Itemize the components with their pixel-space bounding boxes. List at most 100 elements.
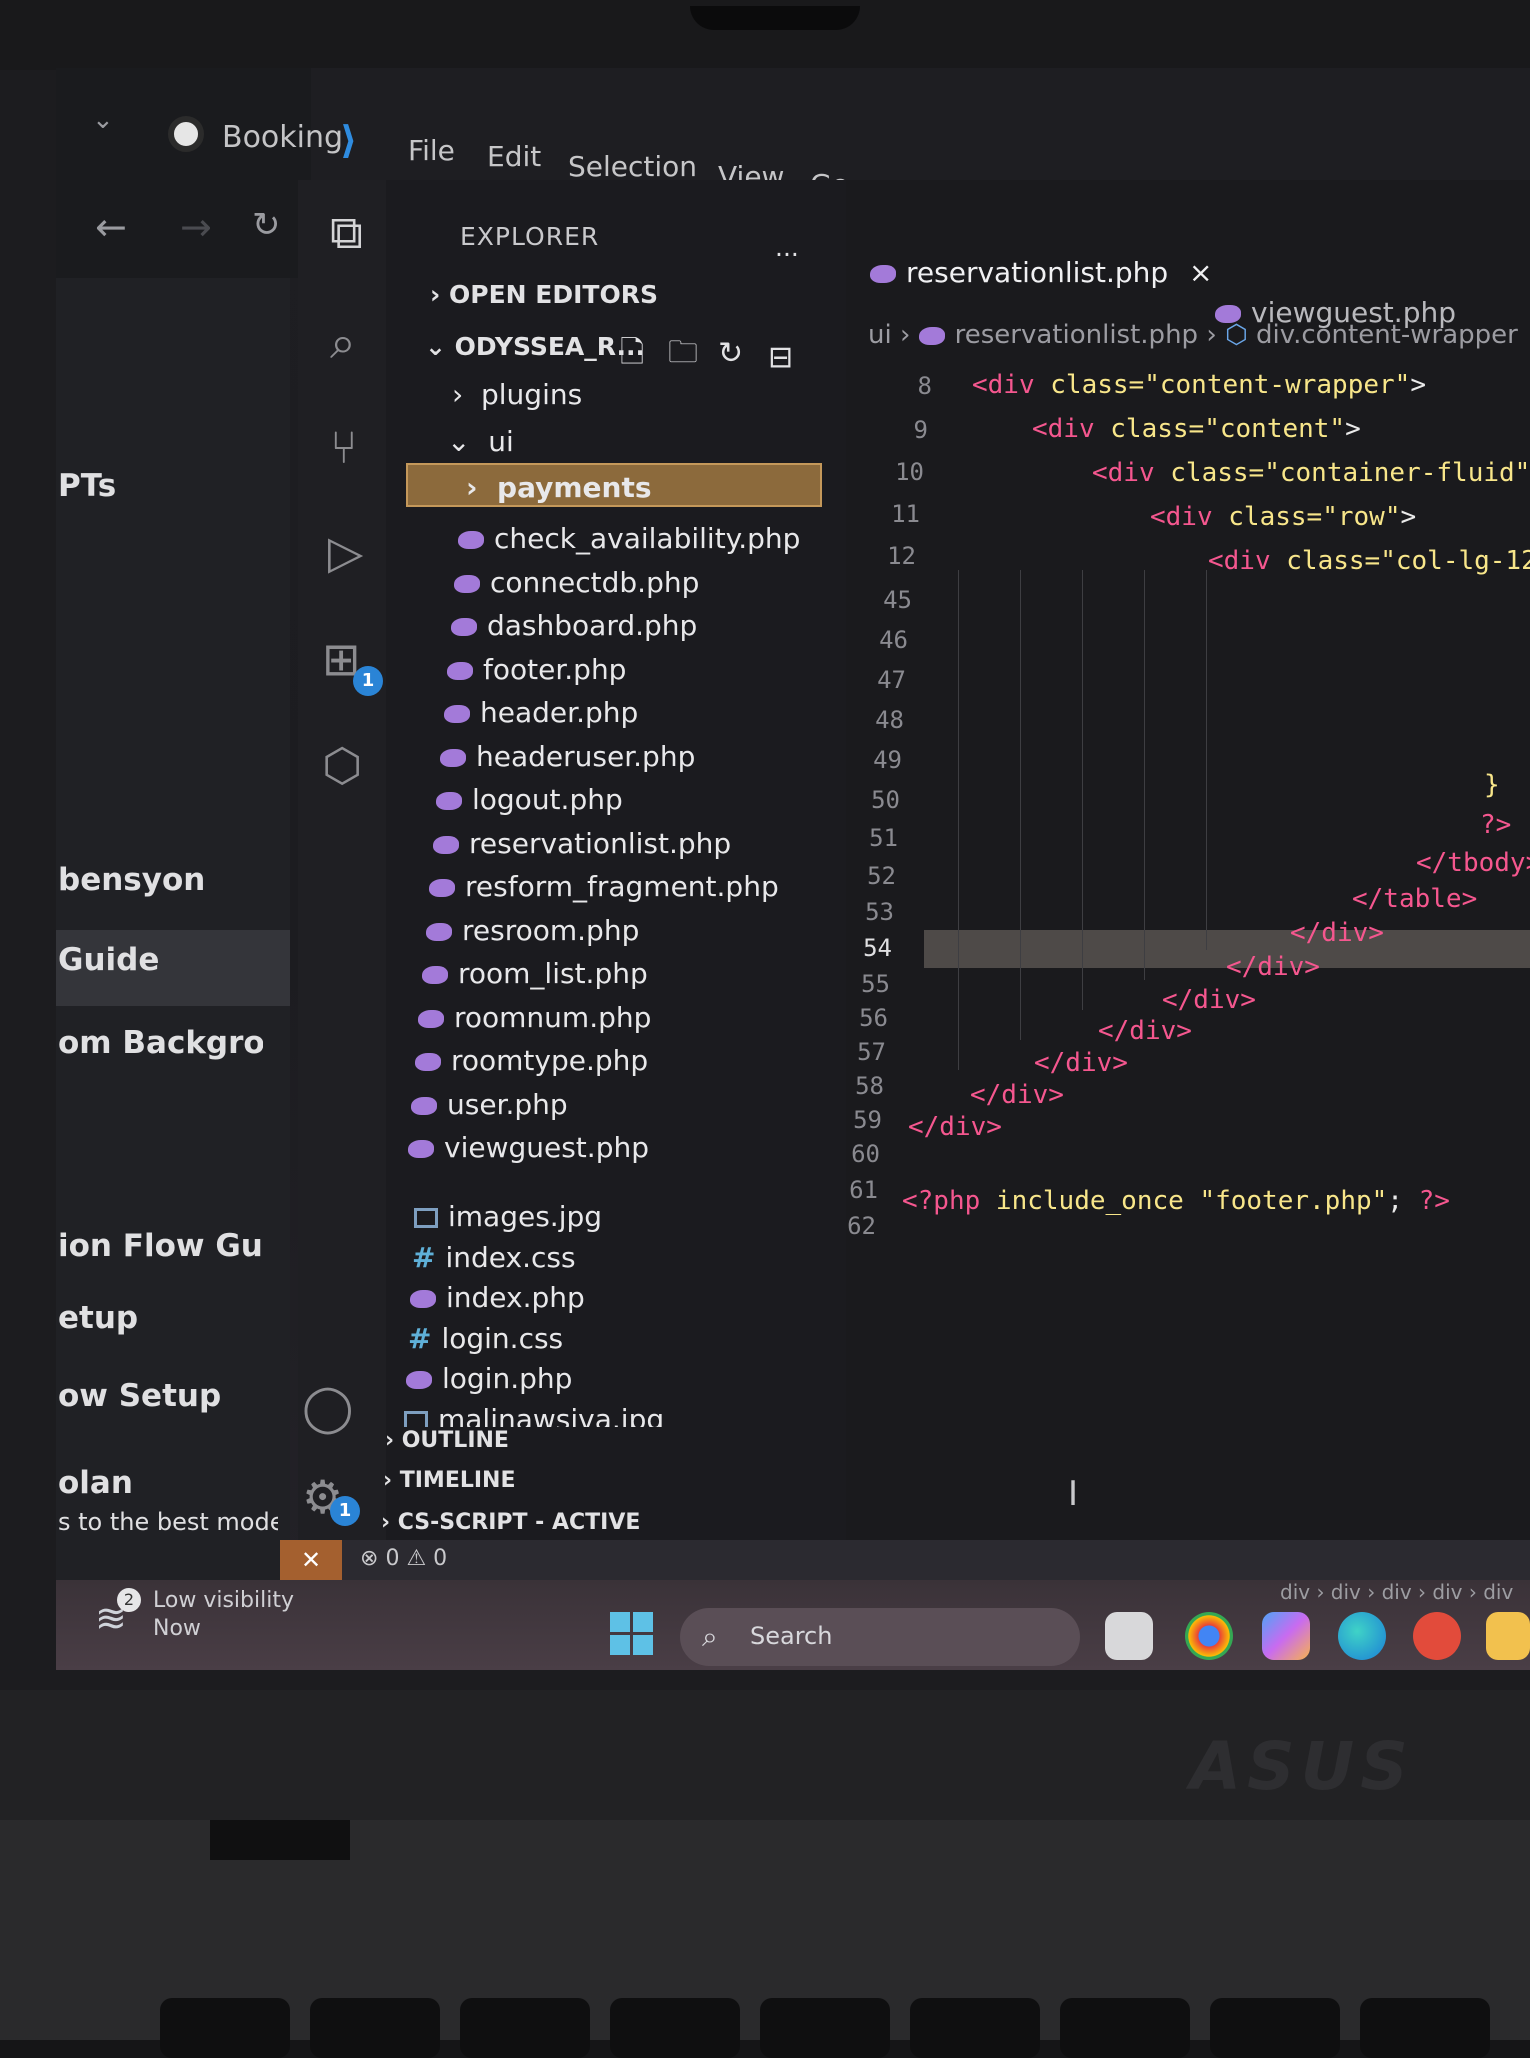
refresh-icon[interactable]: ↻ bbox=[718, 336, 743, 371]
folder-plugins[interactable]: › plugins bbox=[452, 378, 582, 411]
code-line-60[interactable]: </div> bbox=[908, 1112, 1002, 1142]
status-breadcrumb[interactable]: div › div › div › div › div bbox=[1280, 1580, 1513, 1604]
file-row[interactable]: roomtype.php bbox=[415, 1044, 648, 1077]
php-file-icon bbox=[422, 966, 448, 984]
file-row[interactable]: header.php bbox=[444, 696, 638, 729]
file-row[interactable]: reservationlist.php bbox=[433, 827, 731, 860]
code-token: > bbox=[1345, 414, 1361, 444]
file-row[interactable]: index.php bbox=[410, 1281, 585, 1314]
close-icon[interactable]: × bbox=[1189, 256, 1212, 289]
timeline-section[interactable]: › TIMELINE bbox=[383, 1468, 516, 1493]
browser-item-best-model[interactable]: s to the best model bbox=[58, 1508, 278, 1536]
file-row[interactable]: logout.php bbox=[436, 783, 623, 816]
collapse-all-icon[interactable]: ⊟ bbox=[768, 340, 793, 375]
code-line-58[interactable]: </div> bbox=[1034, 1048, 1128, 1078]
file-row[interactable]: resform_fragment.php bbox=[429, 870, 779, 903]
taskbar-search[interactable]: ⌕ Search bbox=[680, 1608, 1080, 1666]
outline-label: OUTLINE bbox=[401, 1428, 509, 1453]
open-editors-section[interactable]: › OPEN EDITORS bbox=[430, 280, 658, 309]
copilot-icon[interactable] bbox=[1262, 1612, 1310, 1660]
file-row[interactable]: malinawsiva.jpg bbox=[404, 1403, 664, 1427]
remote-indicator[interactable]: ✕ bbox=[280, 1540, 342, 1580]
file-row[interactable]: login.php bbox=[406, 1362, 572, 1395]
file-row[interactable]: resroom.php bbox=[426, 914, 639, 947]
file-row[interactable]: connectdb.php bbox=[454, 566, 699, 599]
breadcrumb-symbol[interactable]: div.content-wrapper bbox=[1256, 320, 1518, 350]
code-line-55[interactable]: </div> bbox=[1226, 952, 1320, 982]
weather-subtitle: Now bbox=[153, 1616, 201, 1641]
browser-item-plan[interactable]: olan bbox=[58, 1465, 133, 1501]
code-line-62[interactable]: <?php include_once "footer.php"; ?> bbox=[902, 1186, 1450, 1216]
browser-item-pts[interactable]: ΡTs bbox=[58, 468, 116, 504]
problems-status[interactable]: ⊗ 0 ⚠ 0 bbox=[360, 1546, 447, 1571]
code-line-8[interactable]: <div class="content-wrapper"> bbox=[972, 370, 1426, 400]
file-row[interactable]: # index.css bbox=[412, 1241, 576, 1274]
breadcrumb-root[interactable]: ui bbox=[868, 320, 892, 350]
code-line-56[interactable]: </div> bbox=[1162, 985, 1256, 1015]
browser-item-setup[interactable]: etup bbox=[58, 1300, 138, 1336]
code-line-53[interactable]: </table> bbox=[1352, 884, 1477, 914]
search-icon[interactable]: ⌕ bbox=[330, 315, 356, 371]
file-label: resroom.php bbox=[462, 914, 640, 947]
file-row[interactable]: footer.php bbox=[447, 653, 626, 686]
file-explorer-icon[interactable] bbox=[1486, 1612, 1530, 1660]
outline-section[interactable]: › OUTLINE bbox=[385, 1428, 509, 1453]
menu-selection[interactable]: Selection bbox=[568, 150, 697, 183]
tab-label: reservationlist.php bbox=[906, 256, 1169, 289]
folder-payments[interactable]: › payments bbox=[466, 471, 652, 504]
windows-start-icon[interactable] bbox=[610, 1612, 654, 1656]
explorer-more-button[interactable]: ··· bbox=[775, 240, 799, 269]
code-line-12[interactable]: <div class="col-lg-12 bbox=[1208, 546, 1530, 576]
forward-arrow-icon[interactable]: → bbox=[180, 205, 212, 249]
chevron-right-icon: › bbox=[430, 280, 450, 309]
chevron-down-icon[interactable]: ⌄ bbox=[92, 105, 114, 135]
code-line-52[interactable]: </tbody> bbox=[1416, 848, 1530, 878]
browser-item-bensyon[interactable]: bensyon bbox=[58, 862, 205, 898]
code-line-59[interactable]: </div> bbox=[970, 1080, 1064, 1110]
remote-explorer-icon[interactable]: ⬡ bbox=[322, 738, 362, 792]
chrome-taskbar-icon[interactable] bbox=[1185, 1612, 1233, 1660]
code-line-57[interactable]: </div> bbox=[1098, 1016, 1192, 1046]
browser-item-background[interactable]: om Backgrounc bbox=[58, 1025, 263, 1061]
file-row[interactable]: # login.css bbox=[408, 1322, 563, 1355]
task-view-icon[interactable] bbox=[1105, 1612, 1153, 1660]
folder-ui[interactable]: ⌄ ui bbox=[447, 425, 514, 458]
browser-item-flow-guide[interactable]: ion Flow Guide bbox=[58, 1228, 263, 1264]
breadcrumb-file[interactable]: reservationlist.php bbox=[955, 320, 1198, 350]
tab-reservationlist[interactable]: reservationlist.php × bbox=[870, 256, 1213, 326]
file-row[interactable]: images.jpg bbox=[414, 1200, 602, 1233]
code-line-11[interactable]: <div class="row"> bbox=[1150, 502, 1416, 532]
file-row[interactable]: roomnum.php bbox=[418, 1001, 651, 1034]
wps-office-icon[interactable] bbox=[1413, 1612, 1461, 1660]
chevron-right-icon: › bbox=[1206, 320, 1225, 350]
code-line-51[interactable]: ?> bbox=[1480, 810, 1511, 840]
reload-icon[interactable]: ↻ bbox=[252, 205, 281, 245]
file-row[interactable]: check_availability.php bbox=[458, 522, 800, 555]
file-row[interactable]: room_list.php bbox=[422, 957, 648, 990]
code-line-50[interactable]: } bbox=[1484, 770, 1500, 800]
explorer-files-icon[interactable]: ⧉ bbox=[330, 205, 363, 261]
menu-edit[interactable]: Edit bbox=[487, 140, 541, 173]
file-row[interactable]: viewguest.php bbox=[408, 1131, 649, 1164]
edge-icon[interactable] bbox=[1338, 1612, 1386, 1660]
file-row[interactable]: user.php bbox=[411, 1088, 568, 1121]
source-control-icon[interactable]: ⑂ bbox=[330, 420, 358, 474]
code-line-10[interactable]: <div class="container-fluid"> bbox=[1092, 458, 1530, 488]
browser-item-flow-setup[interactable]: ow Setup bbox=[58, 1378, 221, 1414]
browser-item-guide[interactable]: Guide bbox=[58, 942, 159, 978]
file-row[interactable]: dashboard.php bbox=[451, 609, 697, 642]
code-token: <div bbox=[1032, 414, 1095, 444]
new-folder-icon[interactable]: 🗀 bbox=[668, 330, 698, 381]
file-label: login.php bbox=[442, 1362, 573, 1395]
code-token: "footer.php" bbox=[1199, 1186, 1388, 1216]
cs-script-section[interactable]: › CS-SCRIPT - ACTIVE bbox=[381, 1510, 640, 1535]
code-line-54[interactable]: </div> bbox=[1290, 918, 1384, 948]
back-arrow-icon[interactable]: ← bbox=[95, 205, 127, 249]
code-line-9[interactable]: <div class="content"> bbox=[1032, 414, 1361, 444]
new-file-icon[interactable]: 🗋 bbox=[620, 330, 644, 381]
account-icon[interactable]: ◯ bbox=[302, 1380, 353, 1434]
workspace-section[interactable]: ⌄ ODYSSEA_R... bbox=[425, 332, 645, 361]
run-debug-icon[interactable]: ▷ bbox=[328, 525, 363, 579]
menu-file[interactable]: File bbox=[408, 134, 455, 167]
file-row[interactable]: headeruser.php bbox=[440, 740, 695, 773]
